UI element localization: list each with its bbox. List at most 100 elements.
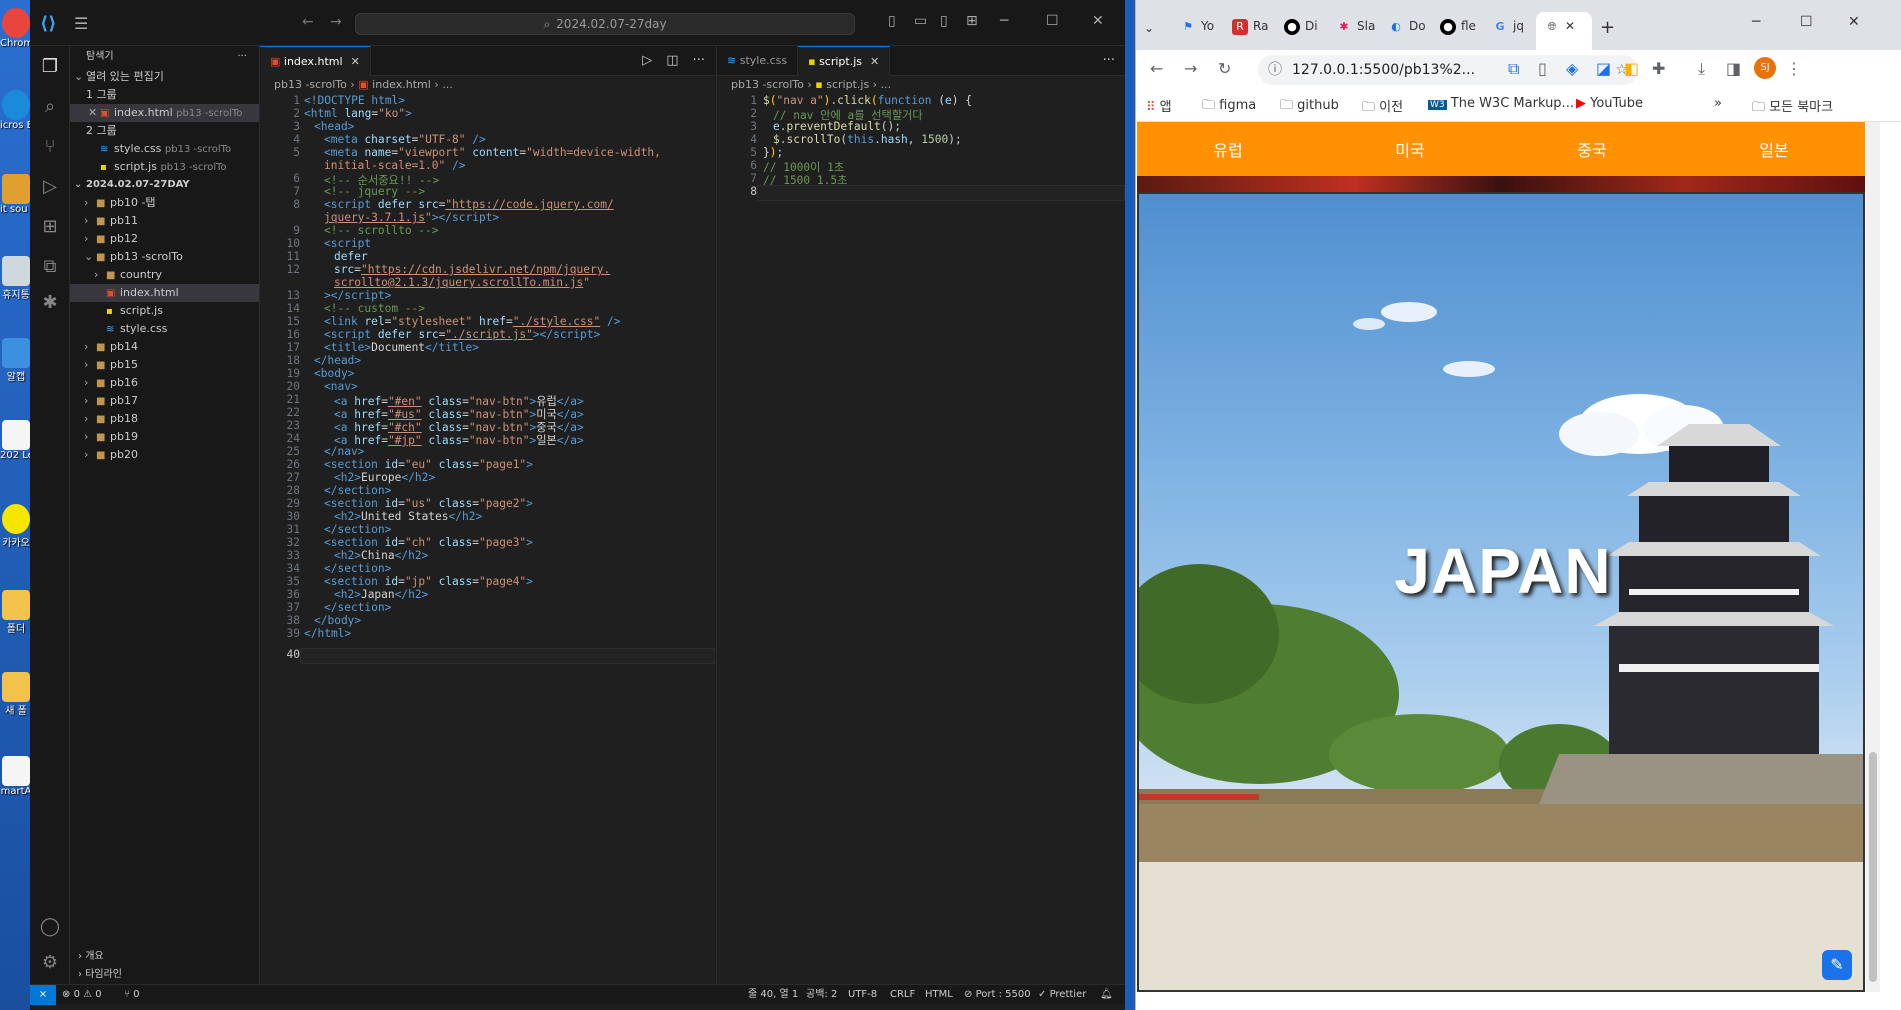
tab-google-jq[interactable]: Gjq — [1492, 12, 1534, 40]
tab-script-js[interactable]: ▪ script.js ✕ — [798, 46, 891, 76]
search-icon[interactable]: ⌕ — [38, 96, 62, 120]
html-code[interactable]: 1 <!DOCTYPE html> 2 <html lang="ko"> 3 <hea… — [260, 94, 715, 984]
toggle-sidebar-icon[interactable]: ▯ — [888, 13, 896, 29]
outline-section[interactable]: › 개요 — [70, 948, 260, 966]
bookmark-figma[interactable]: 🗀︎ figma — [1202, 96, 1256, 118]
tab-do[interactable]: ◐ Do — [1388, 12, 1432, 40]
desktop-icon-edge[interactable]: icros Edge — [0, 86, 32, 146]
extensions-puzzle-icon[interactable]: ✚ — [1652, 59, 1665, 78]
toggle-panel-icon[interactable]: ▭ — [914, 13, 927, 29]
download-icon[interactable]: ⤓ — [1698, 59, 1705, 79]
tree-item-style-css[interactable]: ≋ style.css — [70, 320, 259, 338]
forward-icon[interactable]: → — [1184, 59, 1197, 78]
bookmark-prev[interactable]: 🗀︎ 이전 — [1362, 96, 1403, 120]
more-actions-icon[interactable]: ··· — [1103, 46, 1115, 76]
bookmark-w3c[interactable]: W3 The W3C Markup... — [1428, 96, 1574, 111]
back-icon[interactable]: ← — [1150, 59, 1163, 78]
tree-item-index-html[interactable]: ▣ index.html — [70, 284, 259, 302]
remote-icon[interactable]: ⨯ — [30, 985, 56, 1005]
problems-indicator[interactable]: ⊗ 0 ⚠ 0 — [62, 985, 102, 1005]
close-icon[interactable]: ✕ — [1848, 14, 1860, 30]
desktop-icon-chrome[interactable]: Chrom — [0, 4, 32, 64]
source-control-icon[interactable]: ⑂ — [38, 136, 62, 160]
edit-pen-icon[interactable]: ✎ — [1822, 950, 1852, 980]
desktop-icon-smartapp[interactable]: martA — [0, 752, 32, 812]
remote-explorer-icon[interactable]: ⧉ — [38, 256, 62, 280]
tree-item-pb20[interactable]: › ■ pb20 — [70, 446, 259, 464]
prettier-status[interactable]: ✓ Prettier — [1038, 985, 1086, 1005]
maximize-icon[interactable]: ☐ — [1800, 14, 1813, 30]
notifications-icon[interactable]: 🔔︎ — [1100, 985, 1113, 1005]
tree-item-pb18[interactable]: › ■ pb18 — [70, 410, 259, 428]
desktop-icon-folder[interactable]: 폴더 — [0, 586, 32, 646]
nav-usa[interactable]: 미국 — [1395, 137, 1424, 161]
live-share-icon[interactable]: ✱ — [38, 292, 62, 316]
menu-icon[interactable]: ☰ — [74, 14, 88, 33]
tree-item-pb13[interactable]: ⌄ ■ pb13 -scrolTo — [70, 248, 259, 266]
tab-active-localhost[interactable]: 🌐︎ ✕ — [1536, 12, 1592, 50]
all-bookmarks[interactable]: 🗀︎ 모든 북마크 — [1752, 96, 1833, 120]
account-icon[interactable]: ◯ — [38, 916, 62, 940]
bookmark-github[interactable]: 🗀︎ github — [1280, 96, 1339, 118]
new-tab-icon[interactable]: + — [1600, 14, 1615, 42]
settings-gear-icon[interactable]: ⚙ — [38, 952, 62, 976]
close-tab-icon[interactable]: ✕ — [1565, 19, 1575, 33]
js-code[interactable]: 1 $("nav a").click(function (e) { 2// nav… — [717, 94, 1125, 984]
tree-item-pb17[interactable]: › ■ pb17 — [70, 392, 259, 410]
forward-arrow-icon[interactable]: → — [330, 14, 342, 30]
close-tab-icon[interactable]: ✕ — [870, 55, 879, 68]
side-panel-icon[interactable]: ◨ — [1726, 59, 1741, 78]
desktop-icon-lep[interactable]: 202 Lep — [0, 416, 32, 476]
scrollbar-thumb[interactable] — [1869, 752, 1877, 982]
more-actions-icon[interactable]: ··· — [693, 46, 705, 76]
run-icon[interactable]: ▷ — [642, 46, 652, 76]
close-icon[interactable]: ✕ — [1092, 13, 1104, 29]
bookmark-apps[interactable]: ⠿ 앱 — [1146, 96, 1172, 115]
nav-europe[interactable]: 유럽 — [1213, 137, 1242, 161]
run-debug-icon[interactable]: ▷ — [38, 176, 62, 200]
extensions-icon[interactable]: ⊞ — [38, 216, 62, 240]
nav-china[interactable]: 중국 — [1577, 137, 1606, 161]
nav-japan[interactable]: 일본 — [1759, 137, 1788, 161]
tree-item-pb15[interactable]: › ■ pb15 — [70, 356, 259, 374]
desktop-icon-kakaotalk[interactable]: 카카오 — [0, 500, 32, 560]
tab-index-html[interactable]: ▣ index.html ✕ — [260, 46, 371, 76]
tree-item-pb10[interactable]: › ■ pb10 -탭 — [70, 194, 259, 212]
tab-ra[interactable]: R Ra — [1232, 12, 1274, 40]
desktop-icon-alcapture[interactable]: 알캡 — [0, 334, 32, 394]
page-scrollbar[interactable] — [1866, 122, 1880, 992]
site-info-icon[interactable]: ⓘ — [1268, 55, 1282, 85]
minimize-icon[interactable]: ─ — [1000, 13, 1008, 29]
tab-github-fle[interactable]: ● fle — [1440, 12, 1484, 40]
tab-youtube[interactable]: ⚑ Yo — [1180, 12, 1222, 40]
eol-setting[interactable]: CRLF — [890, 985, 915, 1005]
tab-style-css[interactable]: ≋ style.css — [717, 46, 799, 76]
tab-search-icon[interactable]: ⌄ — [1144, 14, 1154, 42]
extension-icon[interactable]: ◧ — [1624, 59, 1639, 78]
close-tab-icon[interactable]: ✕ — [351, 55, 360, 68]
extension-icon[interactable]: ⧉ — [1508, 59, 1519, 79]
open-editor-index-html[interactable]: ✕ ▣ index.html pb13 -scrolTo — [70, 104, 259, 122]
tab-slack[interactable]: ✱ Sla — [1336, 12, 1380, 40]
ports-indicator[interactable]: ⑂ 0 — [124, 985, 140, 1005]
tree-item-pb14[interactable]: › ■ pb14 — [70, 338, 259, 356]
encoding-setting[interactable]: UTF-8 — [848, 985, 877, 1005]
reload-icon[interactable]: ↻ — [1218, 59, 1231, 78]
extension-icon[interactable]: ◈ — [1566, 59, 1578, 78]
tree-item-pb12[interactable]: › ■ pb12 — [70, 230, 259, 248]
minimize-icon[interactable]: ─ — [1752, 14, 1760, 30]
profile-avatar[interactable]: SJ — [1754, 57, 1776, 79]
open-editor-style-css[interactable]: ≋ style.css pb13 -scrolTo — [70, 140, 259, 158]
tree-item-country[interactable]: › ■ country — [70, 266, 259, 284]
bookmark-youtube[interactable]: ▶ YouTube — [1576, 96, 1643, 111]
close-icon[interactable]: ✕ — [88, 104, 100, 122]
explorer-icon[interactable]: ❐ — [38, 56, 62, 80]
timeline-section[interactable]: › 타임라인 — [70, 966, 260, 984]
split-editor-icon[interactable]: ◫ — [666, 46, 678, 76]
workspace-header[interactable]: ⌄ 2024.02.07-27DAY — [70, 176, 259, 194]
desktop-icon-new-folder[interactable]: 새 폴 — [0, 668, 32, 728]
language-mode[interactable]: HTML — [925, 985, 953, 1005]
customize-layout-icon[interactable]: ⊞ — [966, 13, 978, 29]
tree-item-pb16[interactable]: › ■ pb16 — [70, 374, 259, 392]
extension-icon[interactable]: ◪ — [1596, 59, 1611, 78]
